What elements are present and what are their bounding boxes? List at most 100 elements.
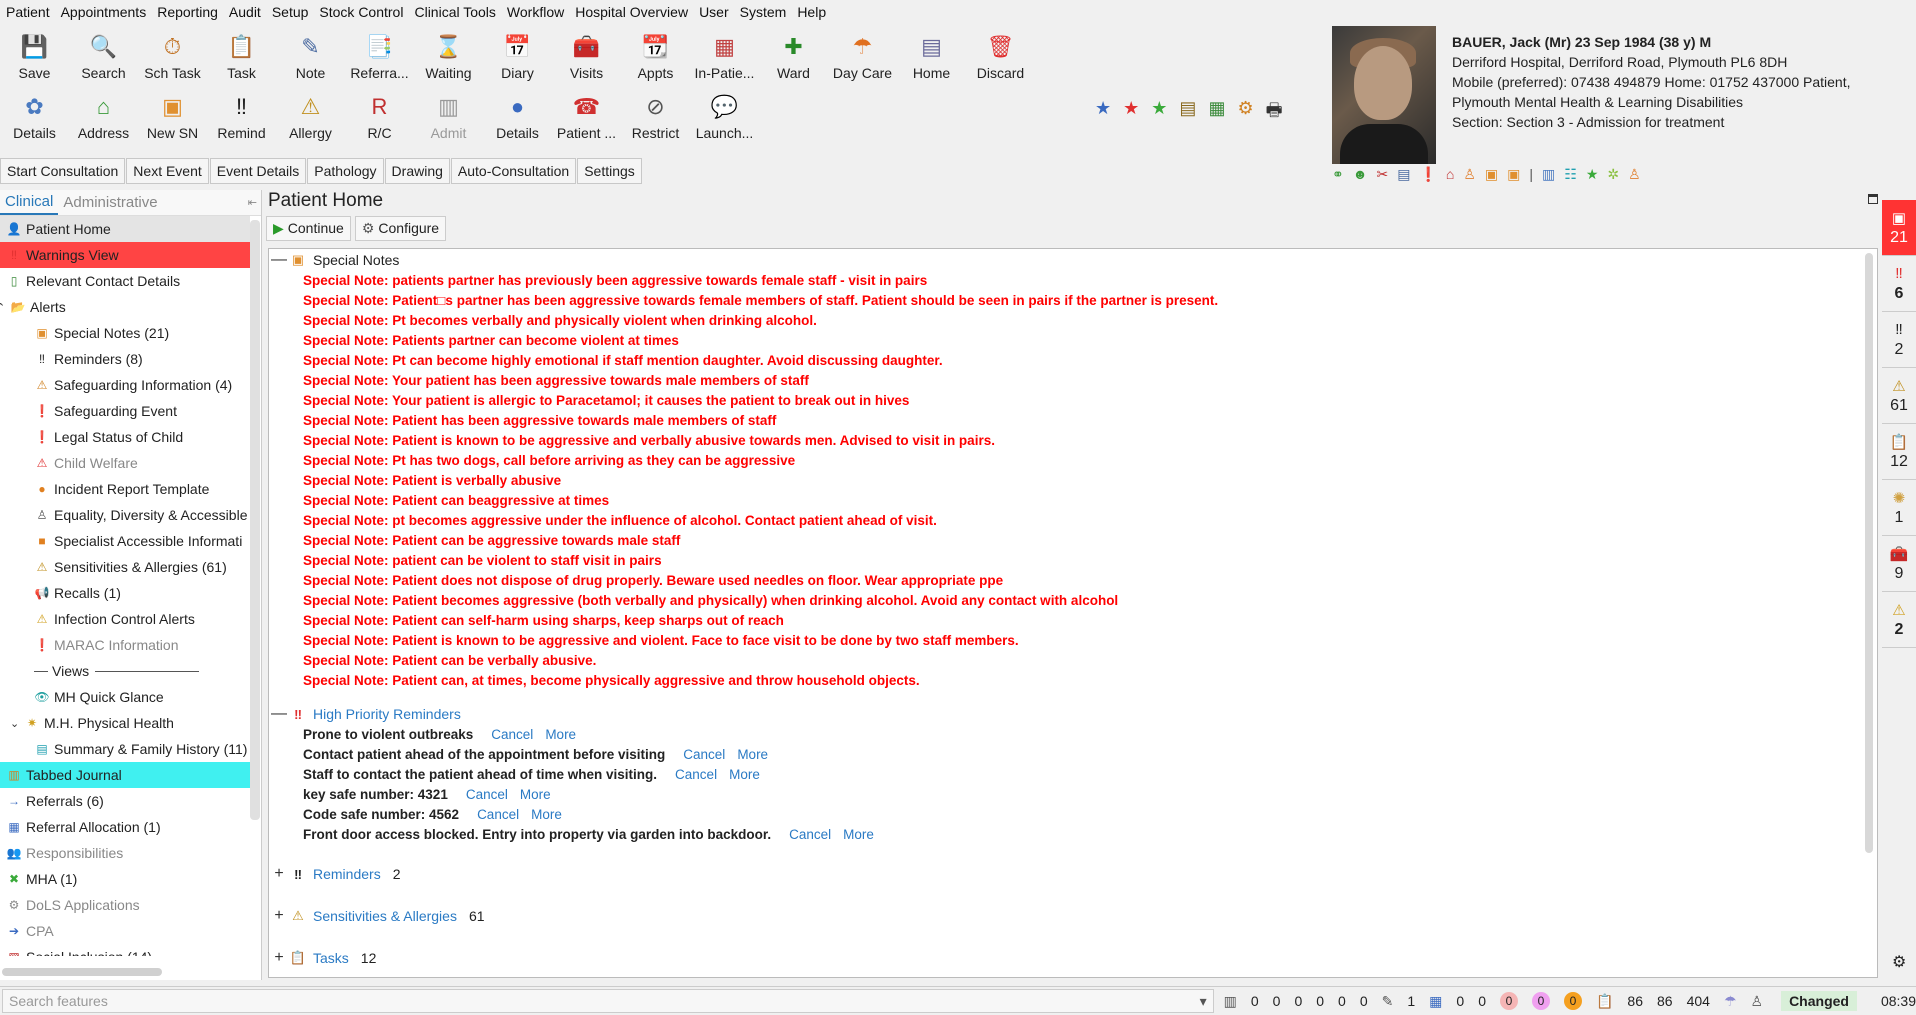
ward-button[interactable]: ✚ Ward [759,26,828,86]
search-button[interactable]: 🔍 Search [69,26,138,86]
left-vertical-scrollbar[interactable] [250,220,260,820]
tab-next-event[interactable]: Next Event [126,158,209,184]
nav-item-legal-status-of-child[interactable]: ❗ Legal Status of Child [0,424,250,450]
alert-counter-allergy[interactable]: ⚠ 61 [1882,368,1916,424]
remind-button[interactable]: ‼ Remind [207,86,276,146]
menu-help[interactable]: Help [797,4,826,20]
person-orange-icon[interactable]: ♙ [1628,166,1641,183]
cancel-link[interactable]: Cancel [675,767,717,782]
nav-item-sensitivities-allergies-61[interactable]: ⚠ Sensitivities & Allergies (61) [0,554,250,580]
grid-icon[interactable]: ▦ [1208,98,1225,128]
maximize-icon[interactable] [1868,194,1878,204]
visits-button[interactable]: 🧰 Visits [552,26,621,86]
nav-item-alerts[interactable]: ⌃ 📂 Alerts [0,294,250,320]
more-link[interactable]: More [737,747,768,762]
tab-administrative[interactable]: Administrative [58,191,162,214]
nav-item-tabbed-journal[interactable]: ▥ Tabbed Journal [0,762,250,788]
alert-counter-brain[interactable]: ✺ 1 [1882,480,1916,536]
print-icon[interactable]: 🖶 [1266,98,1283,128]
document-icon[interactable]: ▤ [1179,98,1196,128]
tools-icon[interactable]: ✂ [1376,166,1388,183]
menu-clinical-tools[interactable]: Clinical Tools [414,4,495,20]
expand-toggle[interactable]: + [269,865,289,883]
special-note-icon-2[interactable]: ▣ [1507,166,1520,183]
expand-toggle[interactable]: + [269,907,289,925]
details-button[interactable]: ● Details [483,86,552,146]
blue-star-icon[interactable]: ★ [1095,98,1111,128]
nav-item-m-h-physical-health[interactable]: ⌄ ✷ M.H. Physical Health [0,710,250,736]
more-link[interactable]: More [531,807,562,822]
cancel-link[interactable]: Cancel [466,787,508,802]
nav-item-responsibilities[interactable]: 👥 Responsibilities [0,840,250,866]
expand-toggle[interactable]: + [269,949,289,967]
dropdown-arrow-icon[interactable]: ▾ [1200,993,1207,1009]
configure-button[interactable]: ⚙ Configure [354,215,447,241]
tasks-title[interactable]: Tasks [313,950,349,966]
in-patie-button[interactable]: ▦ In-Patie... [690,26,759,86]
day-care-button[interactable]: ☂ Day Care [828,26,897,86]
nav-item-patient-home[interactable]: 👤 Patient Home [0,216,250,242]
nav-item-referrals-6[interactable]: → Referrals (6) [0,788,250,814]
special-note-icon[interactable]: ▣ [1485,166,1498,183]
launch-button[interactable]: 💬 Launch... [690,86,759,146]
details-button[interactable]: ✿ Details [0,86,69,146]
nav-item-safeguarding-information-4[interactable]: ⚠ Safeguarding Information (4) [0,372,250,398]
cancel-link[interactable]: Cancel [477,807,519,822]
tab-pathology[interactable]: Pathology [307,158,384,184]
menu-audit[interactable]: Audit [229,4,261,20]
address-button[interactable]: ⌂ Address [69,86,138,146]
patient-button[interactable]: ☎ Patient ... [552,86,621,146]
status-dot-count[interactable]: 0 [1563,992,1582,1010]
discard-button[interactable]: 🗑 Discard [966,26,1035,86]
nav-item-relevant-contact-details[interactable]: ▯ Relevant Contact Details [0,268,250,294]
task-button[interactable]: 📋 Task [207,26,276,86]
person-icon[interactable]: ♙ [1463,166,1476,183]
menu-patient[interactable]: Patient [6,4,50,20]
save-button[interactable]: 💾 Save [0,26,69,86]
menu-user[interactable]: User [699,4,729,20]
nav-item-recalls-1[interactable]: 📢 Recalls (1) [0,580,250,606]
nav-item-reminders-8[interactable]: ‼ Reminders (8) [0,346,250,372]
form-icon[interactable]: ▤ [1397,166,1410,183]
nav-item-mha-1[interactable]: ✖ MHA (1) [0,866,250,892]
search-features-input[interactable]: Search features ▾ [2,989,1214,1013]
menu-system[interactable]: System [740,4,787,20]
green-star-icon[interactable]: ★ [1151,98,1167,128]
menu-appointments[interactable]: Appointments [61,4,147,20]
new-sn-button[interactable]: ▣ New SN [138,86,207,146]
relationship-icon[interactable]: ⚭ [1332,166,1344,183]
more-link[interactable]: More [729,767,760,782]
alert-counter-warning[interactable]: ⚠ 2 [1882,592,1916,648]
alert-counter-special-note[interactable]: ▣ 21 [1882,200,1916,256]
status-dot-count[interactable]: 0 [1499,992,1518,1010]
diary-button[interactable]: 📅 Diary [483,26,552,86]
nav-item-equality-diversity-accessible[interactable]: ♙ Equality, Diversity & Accessible [0,502,250,528]
nav-item-child-welfare[interactable]: ⚠ Child Welfare [0,450,250,476]
menu-stock-control[interactable]: Stock Control [319,4,403,20]
nav-item-dols-applications[interactable]: ⚙ DoLS Applications [0,892,250,918]
house-icon[interactable]: ⌂ [1446,166,1454,183]
red-star-icon[interactable]: ★ [1123,98,1139,128]
nav-item-social-inclusion-14[interactable]: ▧ Social Inclusion (14) [0,944,250,956]
note-button[interactable]: ✎ Note [276,26,345,86]
nav-item-incident-report-template[interactable]: ● Incident Report Template [0,476,250,502]
waiting-button[interactable]: ⌛ Waiting [414,26,483,86]
more-link[interactable]: More [545,727,576,742]
home-button[interactable]: ▤ Home [897,26,966,86]
document-icon[interactable]: ▥ [1542,166,1555,183]
person-green-icon[interactable]: ☻ [1353,166,1368,183]
tab-clinical[interactable]: Clinical [0,190,59,215]
alert-counter-reminder-red[interactable]: ‼ 6 [1882,256,1916,312]
nav-item-marac-information[interactable]: ❗ MARAC Information [0,632,250,658]
nav-item-cpa[interactable]: ➔ CPA [0,918,250,944]
appts-button[interactable]: 📆 Appts [621,26,690,86]
tab-drawing[interactable]: Drawing [384,158,450,184]
settings-gear-icon[interactable]: ⚙ [1892,952,1906,972]
alert-counter-reminder[interactable]: ‼ 2 [1882,312,1916,368]
allergy-button[interactable]: ⚠ Allergy [276,86,345,146]
content-vertical-scrollbar[interactable] [1865,253,1873,853]
menu-reporting[interactable]: Reporting [157,4,218,20]
sch-task-button[interactable]: ⏱ Sch Task [138,26,207,86]
tab-settings[interactable]: Settings [577,158,642,184]
r-c-button[interactable]: R R/C [345,86,414,146]
